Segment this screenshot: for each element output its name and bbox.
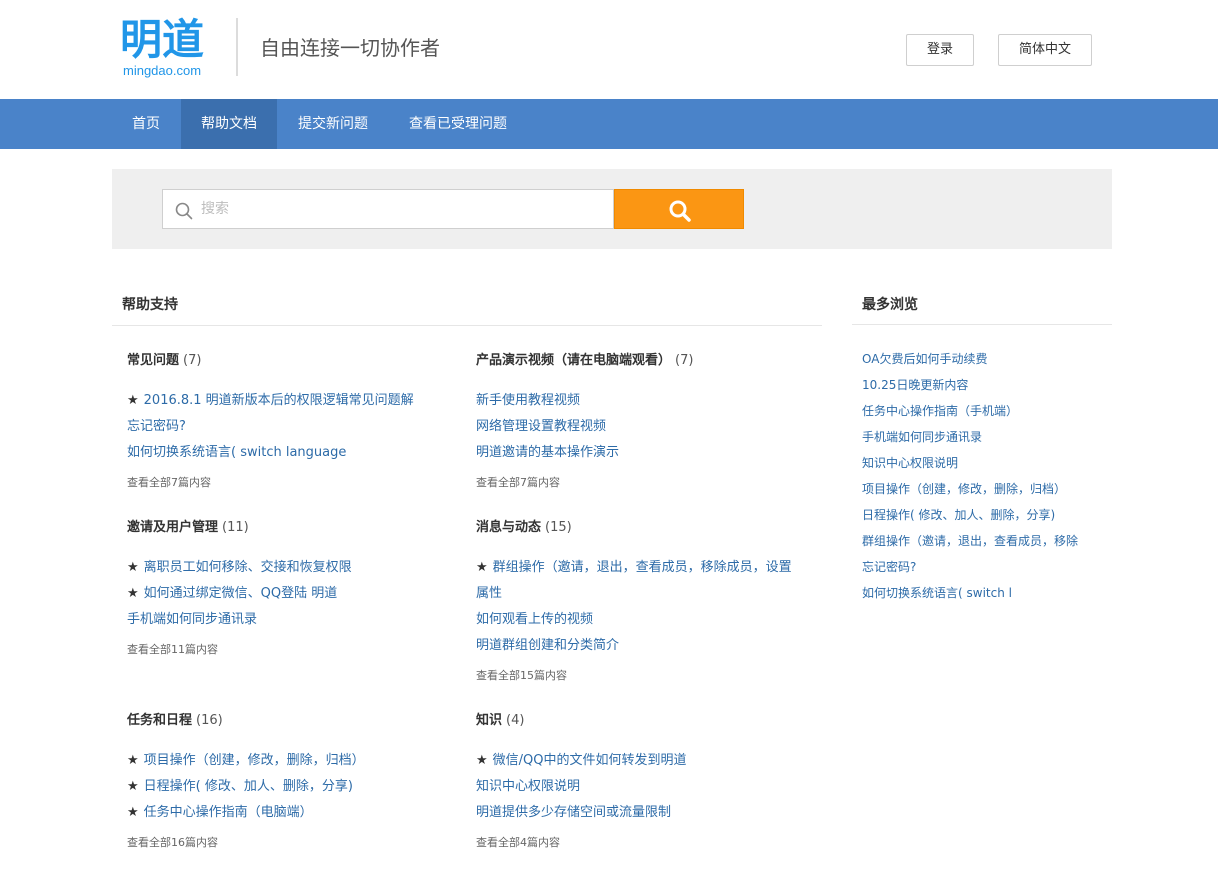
site-header: 明道 mingdao.com 自由连接一切协作者 登录 简体中文 <box>0 0 1218 99</box>
search-input[interactable] <box>201 190 601 228</box>
category-count: (11) <box>222 520 249 535</box>
article-link[interactable]: 明道群组创建和分类简介 <box>476 633 816 659</box>
category-invite-users: 邀请及用户管理 (11) ★ 离职员工如何移除、交接和恢复权限 ★ 如何通过绑定微信、… <box>127 518 467 658</box>
view-all-link[interactable]: 查看全部7篇内容 <box>127 475 467 491</box>
view-all-link[interactable]: 查看全部11篇内容 <box>127 642 467 658</box>
article-link[interactable]: 明道提供多少存储空间或流量限制 <box>476 800 816 826</box>
article-link[interactable]: 明道邀请的基本操作演示 <box>476 440 816 466</box>
category-demo-videos: 产品演示视频（请在电脑端观看） (7) 新手使用教程视频 网络管理设置教程视频 明… <box>476 351 816 491</box>
nav-item-view-issues[interactable]: 查看已受理问题 <box>389 99 527 149</box>
category-messages: 消息与动态 (15) ★ 群组操作（邀请，退出，查看成员，移除成员，设置 属性 如何… <box>476 518 816 684</box>
most-viewed-link[interactable]: 如何切换系统语言( switch l <box>862 580 1112 606</box>
most-viewed-link[interactable]: 10.25日晚更新内容 <box>862 372 1112 398</box>
help-support-title: 帮助支持 <box>122 297 178 313</box>
most-viewed-link[interactable]: 群组操作（邀请，退出，查看成员，移除 <box>862 528 1112 554</box>
article-link[interactable]: ★ 如何通过绑定微信、QQ登陆 明道 <box>127 581 467 607</box>
star-icon: ★ <box>127 393 139 408</box>
category-knowledge: 知识 (4) ★ 微信/QQ中的文件如何转发到明道 知识中心权限说明 明道提供多少存… <box>476 711 816 851</box>
category-count: (16) <box>196 713 223 728</box>
nav-item-help-docs[interactable]: 帮助文档 <box>181 99 277 149</box>
article-link[interactable]: ★ 离职员工如何移除、交接和恢复权限 <box>127 555 467 581</box>
most-viewed-link[interactable]: 任务中心操作指南（手机端） <box>862 398 1112 424</box>
star-icon: ★ <box>127 586 139 601</box>
star-icon: ★ <box>127 779 139 794</box>
article-link[interactable]: ★ 群组操作（邀请，退出，查看成员，移除成员，设置 <box>476 555 816 581</box>
most-viewed-link[interactable]: 日程操作( 修改、加人、删除，分享) <box>862 502 1112 528</box>
star-icon: ★ <box>127 560 139 575</box>
search-icon <box>175 202 193 220</box>
sidebar-divider <box>852 324 1112 325</box>
slogan: 自由连接一切协作者 <box>260 36 440 60</box>
search-area <box>112 169 1112 249</box>
star-icon: ★ <box>476 560 488 575</box>
article-link[interactable]: ★ 项目操作（创建，修改，删除，归档） <box>127 748 467 774</box>
search-button[interactable] <box>614 189 744 229</box>
category-faq: 常见问题 (7) ★ 2016.8.1 明道新版本后的权限逻辑常见问题解 忘记密码?… <box>127 351 467 491</box>
category-title[interactable]: 消息与动态 <box>476 520 541 535</box>
language-selector-button[interactable]: 简体中文 <box>998 34 1092 66</box>
nav-item-submit-issue[interactable]: 提交新问题 <box>278 99 388 149</box>
article-link[interactable]: ★ 日程操作( 修改、加人、删除，分享) <box>127 774 467 800</box>
nav-item-home[interactable]: 首页 <box>112 99 180 149</box>
most-viewed-link[interactable]: 手机端如何同步通讯录 <box>862 424 1112 450</box>
most-viewed-link[interactable]: OA欠费后如何手动续费 <box>862 346 1112 372</box>
category-title[interactable]: 常见问题 <box>127 353 179 368</box>
category-title[interactable]: 产品演示视频（请在电脑端观看） <box>476 353 671 368</box>
category-title[interactable]: 任务和日程 <box>127 713 192 728</box>
most-viewed-link[interactable]: 知识中心权限说明 <box>862 450 1112 476</box>
logo-divider <box>236 18 238 76</box>
category-count: (15) <box>545 520 572 535</box>
article-link[interactable]: 网络管理设置教程视频 <box>476 414 816 440</box>
category-title[interactable]: 知识 <box>476 713 502 728</box>
logo-text: 明道 <box>120 15 205 64</box>
article-link[interactable]: 知识中心权限说明 <box>476 774 816 800</box>
main-nav: 首页 帮助文档 提交新问题 查看已受理问题 <box>0 99 1218 149</box>
most-viewed-link[interactable]: 忘记密码? <box>862 554 1112 580</box>
most-viewed-link[interactable]: 项目操作（创建，修改，删除，归档） <box>862 476 1112 502</box>
search-icon <box>669 200 691 222</box>
most-viewed-title: 最多浏览 <box>862 297 918 313</box>
category-count: (4) <box>506 713 525 728</box>
search-box[interactable] <box>162 189 614 229</box>
view-all-link[interactable]: 查看全部4篇内容 <box>476 835 816 851</box>
view-all-link[interactable]: 查看全部7篇内容 <box>476 475 816 491</box>
star-icon: ★ <box>127 805 139 820</box>
star-icon: ★ <box>127 753 139 768</box>
category-title[interactable]: 邀请及用户管理 <box>127 520 218 535</box>
view-all-link[interactable]: 查看全部15篇内容 <box>476 668 816 684</box>
article-link[interactable]: 如何观看上传的视频 <box>476 607 816 633</box>
logo-domain: mingdao.com <box>123 63 202 78</box>
category-tasks-calendar: 任务和日程 (16) ★ 项目操作（创建，修改，删除，归档） ★ 日程操作( 修改、加… <box>127 711 467 851</box>
article-link[interactable]: 如何切换系统语言( switch language <box>127 440 467 466</box>
category-count: (7) <box>675 353 694 368</box>
login-button[interactable]: 登录 <box>906 34 974 66</box>
article-link[interactable]: 手机端如何同步通讯录 <box>127 607 467 633</box>
article-link[interactable]: 忘记密码? <box>127 414 467 440</box>
mingdao-logo[interactable]: 明道 mingdao.com <box>120 15 220 79</box>
article-link[interactable]: ★ 微信/QQ中的文件如何转发到明道 <box>476 748 816 774</box>
most-viewed-list: OA欠费后如何手动续费 10.25日晚更新内容 任务中心操作指南（手机端） 手机… <box>862 346 1112 606</box>
view-all-link[interactable]: 查看全部16篇内容 <box>127 835 467 851</box>
star-icon: ★ <box>476 753 488 768</box>
article-link[interactable]: 属性 <box>476 581 816 607</box>
article-link[interactable]: 新手使用教程视频 <box>476 388 816 414</box>
section-divider <box>112 325 822 326</box>
article-link[interactable]: ★ 任务中心操作指南（电脑端） <box>127 800 467 826</box>
category-count: (7) <box>183 353 202 368</box>
article-link[interactable]: ★ 2016.8.1 明道新版本后的权限逻辑常见问题解 <box>127 388 467 414</box>
